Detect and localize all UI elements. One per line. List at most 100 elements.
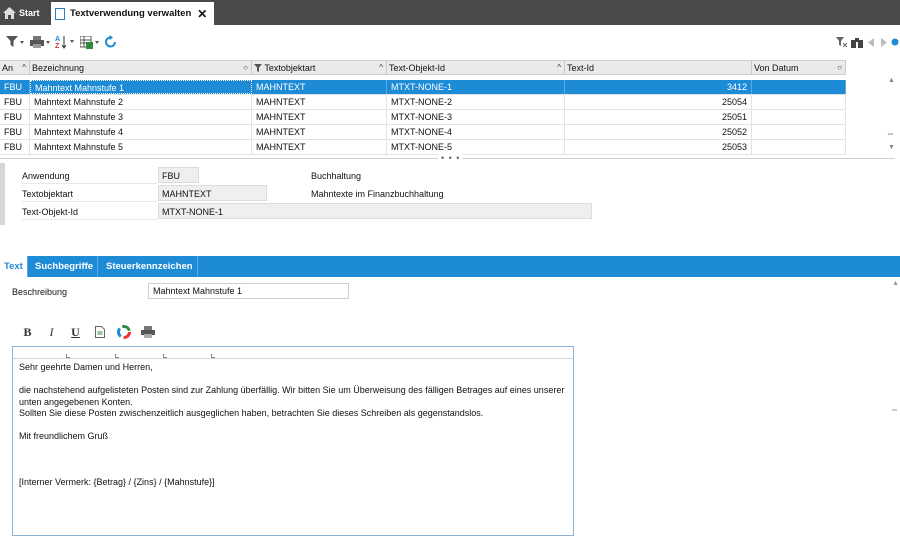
detail-tab-bar: Text Suchbegriffe Steuerkennzeichen bbox=[0, 256, 900, 277]
editor-line bbox=[19, 420, 569, 432]
col-header-text-objekt-id-label: Text-Objekt-Id bbox=[389, 63, 446, 73]
format-toolbar: B I U bbox=[18, 323, 162, 341]
beschreibung-label: Beschreibung bbox=[12, 287, 68, 297]
table-row[interactable]: FBU Mahntext Mahnstufe 2 MAHNTEXT MTXT-N… bbox=[0, 95, 846, 110]
col-header-an-label: An bbox=[2, 63, 14, 73]
search-button[interactable] bbox=[851, 33, 863, 51]
cell-text-id: 25054 bbox=[565, 95, 752, 109]
export-button[interactable] bbox=[80, 33, 100, 51]
cell-textobjektart: MAHNTEXT bbox=[252, 125, 387, 139]
table-row[interactable]: FBU Mahntext Mahnstufe 4 MAHNTEXT MTXT-N… bbox=[0, 125, 846, 140]
print-icon bbox=[30, 36, 50, 48]
cell-von-datum bbox=[752, 80, 846, 94]
cell-text-id: 3412 bbox=[565, 80, 752, 94]
color-button[interactable] bbox=[114, 323, 133, 341]
text-editor[interactable]: Sehr geehrte Damen und Herren, die nachs… bbox=[12, 346, 574, 536]
sort-asc-icon: ^ bbox=[22, 63, 26, 72]
print-text-button[interactable] bbox=[138, 323, 157, 341]
column-filter-icon bbox=[254, 64, 262, 72]
drag-dots-icon: • • • bbox=[438, 153, 464, 163]
anwendung-label: Anwendung bbox=[22, 168, 157, 184]
splitter-handle[interactable]: • • • bbox=[0, 153, 900, 163]
col-header-bezeichnung[interactable]: Bezeichnung ○ bbox=[30, 61, 252, 75]
panel-scroll-up-icon[interactable]: ▲ bbox=[892, 280, 899, 287]
tab-stop-marker[interactable] bbox=[163, 354, 167, 358]
panel-scroll-thumb[interactable]: ═ bbox=[892, 407, 897, 414]
toolbar: AZ bbox=[0, 33, 900, 55]
home-icon bbox=[3, 6, 16, 19]
panel-resize-grip[interactable] bbox=[0, 163, 5, 225]
document-icon bbox=[55, 7, 65, 20]
tab-start[interactable]: Start bbox=[0, 0, 48, 25]
cell-bezeichnung: Mahntext Mahnstufe 2 bbox=[30, 95, 252, 109]
tab-suchbegriffe[interactable]: Suchbegriffe bbox=[31, 256, 99, 277]
app-tab-bar: Start Textverwendung verwalten ✕ bbox=[0, 0, 900, 25]
tab-steuerkennzeichen[interactable]: Steuerkennzeichen bbox=[102, 256, 198, 277]
editor-content[interactable]: Sehr geehrte Damen und Herren, die nachs… bbox=[19, 362, 569, 489]
beschreibung-input[interactable]: Mahntext Mahnstufe 1 bbox=[148, 283, 349, 299]
cell-bezeichnung: Mahntext Mahnstufe 3 bbox=[30, 110, 252, 124]
anwendung-field[interactable]: FBU bbox=[158, 167, 199, 183]
cell-von-datum bbox=[752, 110, 846, 124]
tab-stop-marker[interactable] bbox=[211, 354, 215, 358]
print-button[interactable] bbox=[30, 33, 50, 51]
editor-line bbox=[19, 374, 569, 386]
cell-von-datum bbox=[752, 125, 846, 139]
col-header-text-objekt-id[interactable]: Text-Objekt-Id ^ bbox=[387, 61, 565, 75]
sort-asc-icon: ^ bbox=[557, 63, 561, 72]
cell-bezeichnung: Mahntext Mahnstufe 5 bbox=[30, 140, 252, 154]
textobjektart-field[interactable]: MAHNTEXT bbox=[158, 185, 267, 201]
col-header-an[interactable]: An ^ bbox=[0, 61, 30, 75]
grid-scroll-up-icon[interactable]: ▲ bbox=[888, 77, 895, 84]
tab-stop-marker[interactable] bbox=[115, 354, 119, 358]
sort-button[interactable]: AZ bbox=[55, 33, 75, 51]
cell-text-objekt-id: MTXT-NONE-5 bbox=[387, 140, 565, 154]
underline-button[interactable]: U bbox=[66, 323, 85, 341]
editor-line: Sehr geehrte Damen und Herren, bbox=[19, 362, 153, 372]
clear-filter-button[interactable] bbox=[836, 33, 848, 51]
editor-ruler bbox=[13, 347, 573, 359]
sort-asc-icon: ^ bbox=[379, 63, 383, 72]
grid-header: An ^ Bezeichnung ○ Textobjektart ^ Text-… bbox=[0, 60, 846, 75]
document-icon bbox=[94, 326, 105, 338]
cell-text-id: 25053 bbox=[565, 140, 752, 154]
column-menu-icon: ○ bbox=[837, 63, 842, 72]
refresh-icon bbox=[105, 35, 116, 48]
col-header-von-datum-label: Von Datum bbox=[754, 63, 799, 73]
text-objekt-id-label: Text-Objekt-Id bbox=[22, 204, 157, 220]
cell-textobjektart: MAHNTEXT bbox=[252, 95, 387, 109]
status-indicator bbox=[891, 33, 899, 51]
tab-stop-marker[interactable] bbox=[66, 354, 70, 358]
nav-prev-button[interactable] bbox=[868, 33, 875, 51]
cell-textobjektart: MAHNTEXT bbox=[252, 140, 387, 154]
filter-button[interactable] bbox=[6, 33, 24, 51]
col-header-textobjektart[interactable]: Textobjektart ^ bbox=[252, 61, 387, 75]
column-menu-icon: ○ bbox=[243, 63, 248, 72]
tab-text[interactable]: Text bbox=[0, 256, 28, 277]
cell-von-datum bbox=[752, 95, 846, 109]
nav-next-button[interactable] bbox=[880, 33, 887, 51]
col-header-text-id[interactable]: Text-Id bbox=[565, 61, 752, 75]
insert-document-button[interactable] bbox=[90, 323, 109, 341]
col-header-bezeichnung-label: Bezeichnung bbox=[32, 63, 85, 73]
close-icon[interactable]: ✕ bbox=[197, 7, 207, 21]
cell-text-objekt-id: MTXT-NONE-3 bbox=[387, 110, 565, 124]
editor-line bbox=[19, 443, 569, 455]
tab-start-label: Start bbox=[19, 7, 40, 18]
table-row[interactable]: FBU Mahntext Mahnstufe 3 MAHNTEXT MTXT-N… bbox=[0, 110, 846, 125]
grid-scroll-thumb[interactable]: ═ bbox=[888, 131, 893, 138]
col-header-von-datum[interactable]: Von Datum ○ bbox=[752, 61, 846, 75]
bold-button[interactable]: B bbox=[18, 323, 37, 341]
editor-line: Mit freundlichem Gruß bbox=[19, 431, 109, 441]
text-objekt-id-field[interactable]: MTXT-NONE-1 bbox=[158, 203, 592, 219]
editor-line bbox=[19, 466, 569, 478]
cell-an: FBU bbox=[0, 125, 30, 139]
cell-an: FBU bbox=[0, 140, 30, 154]
tab-textverwendung[interactable]: Textverwendung verwalten ✕ bbox=[51, 2, 214, 25]
grid-scroll-down-icon[interactable]: ▼ bbox=[888, 144, 895, 151]
italic-button[interactable]: I bbox=[42, 323, 61, 341]
refresh-button[interactable] bbox=[104, 33, 118, 51]
table-row[interactable]: FBU Mahntext Mahnstufe 5 MAHNTEXT MTXT-N… bbox=[0, 140, 846, 155]
table-row[interactable]: FBU Mahntext Mahnstufe 1 MAHNTEXT MTXT-N… bbox=[0, 80, 846, 95]
col-header-text-id-label: Text-Id bbox=[567, 63, 595, 73]
